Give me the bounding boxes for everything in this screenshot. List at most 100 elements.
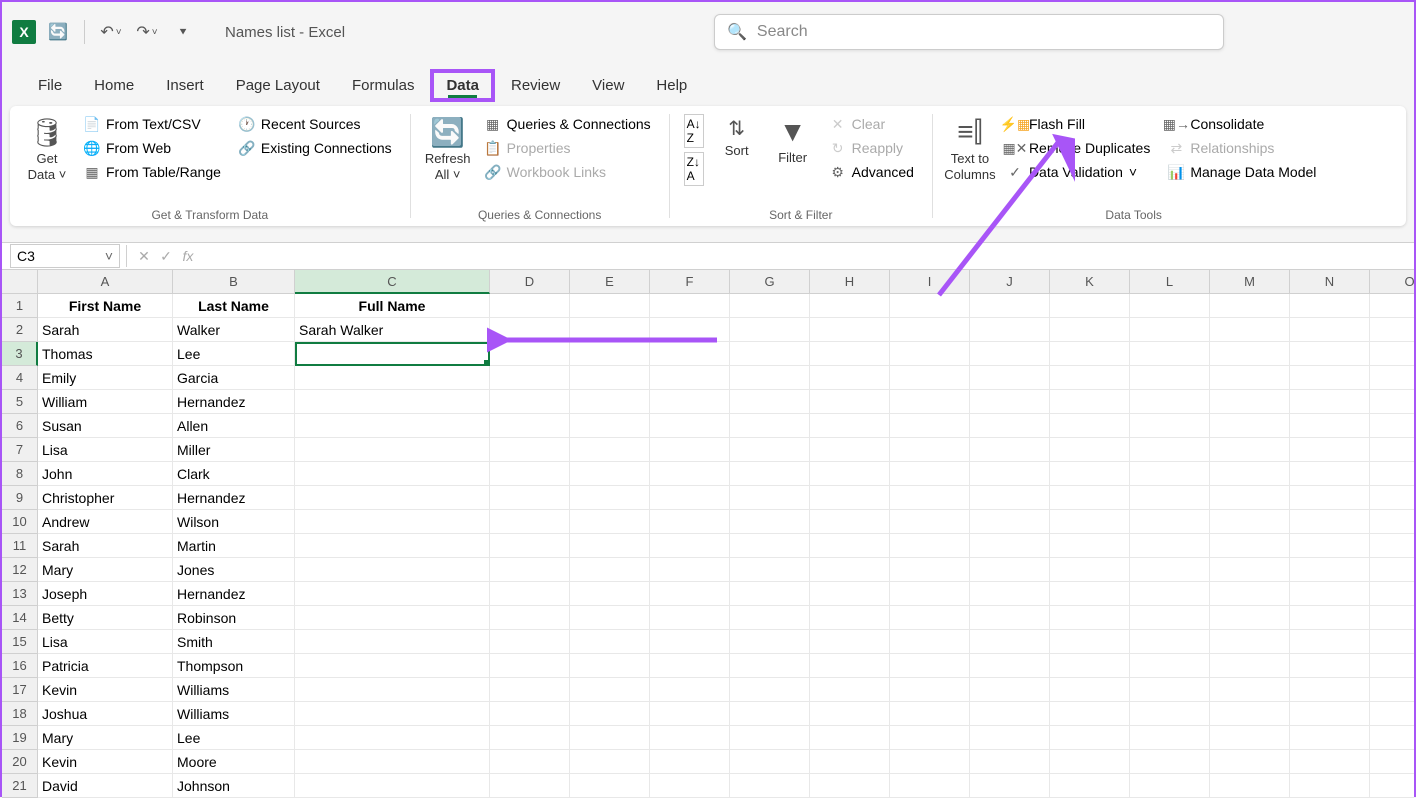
cell-B5[interactable]: Hernandez [173,390,295,414]
cell-H14[interactable] [810,606,890,630]
cell-G7[interactable] [730,438,810,462]
cell-N21[interactable] [1290,774,1370,798]
cell-A9[interactable]: Christopher [38,486,173,510]
cell-B6[interactable]: Allen [173,414,295,438]
cell-K6[interactable] [1050,414,1130,438]
cell-K8[interactable] [1050,462,1130,486]
cell-O4[interactable] [1370,366,1414,390]
cell-H10[interactable] [810,510,890,534]
cell-M19[interactable] [1210,726,1290,750]
cancel-formula-button[interactable]: ✕ [133,245,155,267]
row-header-5[interactable]: 5 [2,390,38,414]
row-header-19[interactable]: 19 [2,726,38,750]
cell-D7[interactable] [490,438,570,462]
cell-M15[interactable] [1210,630,1290,654]
cell-O11[interactable] [1370,534,1414,558]
cell-E9[interactable] [570,486,650,510]
cell-K5[interactable] [1050,390,1130,414]
cell-K12[interactable] [1050,558,1130,582]
row-header-1[interactable]: 1 [2,294,38,318]
cell-K21[interactable] [1050,774,1130,798]
cell-L1[interactable] [1130,294,1210,318]
column-header-H[interactable]: H [810,270,890,294]
properties-button[interactable]: 📋Properties [481,138,655,158]
cell-A5[interactable]: William [38,390,173,414]
cell-J11[interactable] [970,534,1050,558]
cell-E13[interactable] [570,582,650,606]
cell-C19[interactable] [295,726,490,750]
cell-F5[interactable] [650,390,730,414]
cell-H11[interactable] [810,534,890,558]
cell-L6[interactable] [1130,414,1210,438]
consolidate-button[interactable]: ▦→Consolidate [1164,114,1320,134]
cell-A10[interactable]: Andrew [38,510,173,534]
cell-C16[interactable] [295,654,490,678]
row-header-11[interactable]: 11 [2,534,38,558]
cell-F16[interactable] [650,654,730,678]
cell-K11[interactable] [1050,534,1130,558]
cell-C5[interactable] [295,390,490,414]
cell-K19[interactable] [1050,726,1130,750]
cell-O16[interactable] [1370,654,1414,678]
text-to-columns-button[interactable]: ≡⫿ Text to Columns [943,112,997,186]
cell-D21[interactable] [490,774,570,798]
cell-F21[interactable] [650,774,730,798]
cell-N1[interactable] [1290,294,1370,318]
cell-K20[interactable] [1050,750,1130,774]
cell-C4[interactable] [295,366,490,390]
cell-J9[interactable] [970,486,1050,510]
cell-G12[interactable] [730,558,810,582]
cell-B7[interactable]: Miller [173,438,295,462]
cell-F18[interactable] [650,702,730,726]
cell-L11[interactable] [1130,534,1210,558]
cell-J16[interactable] [970,654,1050,678]
clear-filter-button[interactable]: ✕Clear [826,114,918,134]
cell-B15[interactable]: Smith [173,630,295,654]
cell-D9[interactable] [490,486,570,510]
cell-C11[interactable] [295,534,490,558]
cell-G19[interactable] [730,726,810,750]
cell-E2[interactable] [570,318,650,342]
cell-E16[interactable] [570,654,650,678]
cell-N17[interactable] [1290,678,1370,702]
cell-K9[interactable] [1050,486,1130,510]
from-text-csv-button[interactable]: 📄From Text/CSV [80,114,225,134]
cell-G15[interactable] [730,630,810,654]
cell-A19[interactable]: Mary [38,726,173,750]
cell-I3[interactable] [890,342,970,366]
cell-N4[interactable] [1290,366,1370,390]
cell-M2[interactable] [1210,318,1290,342]
cell-K17[interactable] [1050,678,1130,702]
cell-I21[interactable] [890,774,970,798]
row-header-9[interactable]: 9 [2,486,38,510]
cell-D5[interactable] [490,390,570,414]
cell-J14[interactable] [970,606,1050,630]
cell-A16[interactable]: Patricia [38,654,173,678]
cell-F1[interactable] [650,294,730,318]
refresh-all-button[interactable]: 🔄 Refresh All ˅ [421,112,475,186]
cell-K13[interactable] [1050,582,1130,606]
cell-B1[interactable]: Last Name [173,294,295,318]
cell-C9[interactable] [295,486,490,510]
cell-M3[interactable] [1210,342,1290,366]
cell-C12[interactable] [295,558,490,582]
cell-I18[interactable] [890,702,970,726]
row-header-20[interactable]: 20 [2,750,38,774]
cell-E19[interactable] [570,726,650,750]
cell-F12[interactable] [650,558,730,582]
column-header-G[interactable]: G [730,270,810,294]
cell-J20[interactable] [970,750,1050,774]
cell-M16[interactable] [1210,654,1290,678]
advanced-filter-button[interactable]: ⚙Advanced [826,162,918,182]
cell-M12[interactable] [1210,558,1290,582]
cell-J17[interactable] [970,678,1050,702]
cell-C21[interactable] [295,774,490,798]
cell-B4[interactable]: Garcia [173,366,295,390]
cell-L10[interactable] [1130,510,1210,534]
cell-F2[interactable] [650,318,730,342]
cell-O3[interactable] [1370,342,1414,366]
cell-F3[interactable] [650,342,730,366]
cell-B13[interactable]: Hernandez [173,582,295,606]
cell-N13[interactable] [1290,582,1370,606]
cell-G20[interactable] [730,750,810,774]
